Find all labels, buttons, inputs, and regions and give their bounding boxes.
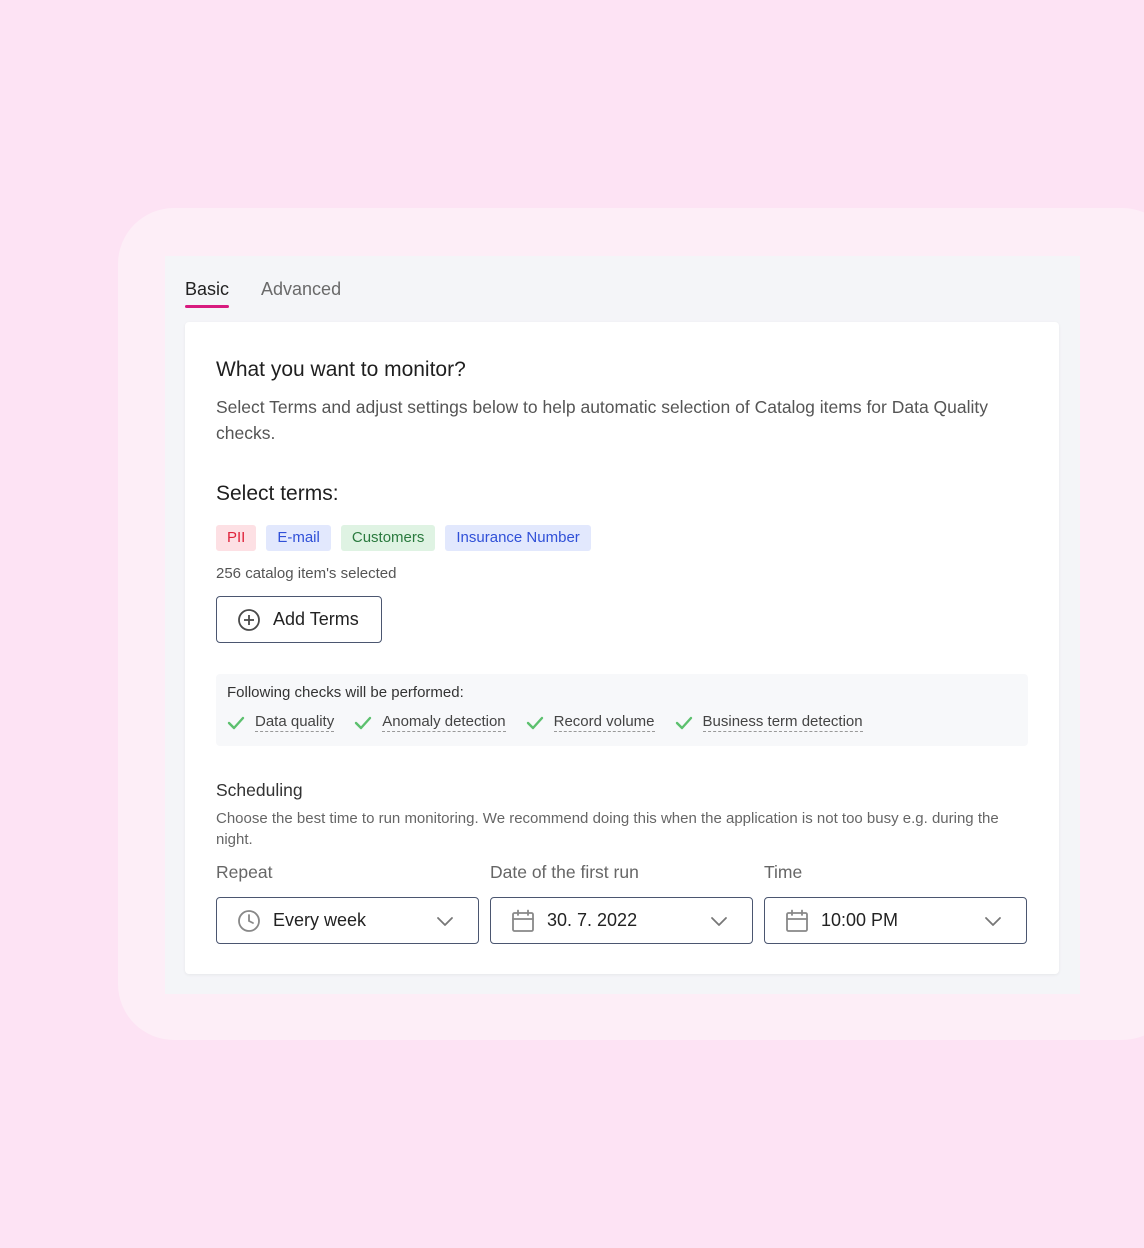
settings-panel: Basic Advanced What you want to monitor?… xyxy=(165,256,1080,994)
time-select[interactable]: 10:00 PM xyxy=(764,897,1027,944)
calendar-icon xyxy=(785,909,809,933)
check-item-anomaly-detection: Anomaly detection xyxy=(354,713,506,732)
tab-advanced[interactable]: Advanced xyxy=(261,273,341,306)
check-item-data-quality: Data quality xyxy=(227,713,335,732)
time-field: Time 10:00 PM xyxy=(764,862,1027,944)
tab-bar: Basic Advanced xyxy=(185,256,341,322)
first-run-date-value: 30. 7. 2022 xyxy=(547,910,638,930)
term-chip-pii[interactable]: PII xyxy=(216,525,257,551)
selected-count: 256 catalog item's selected xyxy=(216,565,397,582)
term-chips: PII E-mail Customers Insurance Number xyxy=(216,525,591,551)
check-item-label: Data quality xyxy=(255,713,335,732)
check-icon xyxy=(675,716,693,730)
monitor-title: What you want to monitor? xyxy=(216,358,466,381)
checks-title: Following checks will be performed: xyxy=(227,684,464,701)
first-run-date-label: Date of the first run xyxy=(490,862,639,882)
add-terms-button[interactable]: Add Terms xyxy=(216,596,382,643)
check-icon xyxy=(526,716,544,730)
term-chip-email[interactable]: E-mail xyxy=(266,525,331,551)
calendar-icon xyxy=(511,909,535,933)
check-item-label: Business term detection xyxy=(702,713,863,732)
chevron-down-icon xyxy=(984,915,1002,927)
tab-basic[interactable]: Basic xyxy=(185,273,230,308)
time-value: 10:00 PM xyxy=(821,910,899,930)
scheduling-fields: Repeat Every week Date of the first run … xyxy=(216,862,1027,944)
first-run-date-select[interactable]: 30. 7. 2022 xyxy=(490,897,753,944)
check-icon xyxy=(227,716,245,730)
check-icon xyxy=(354,716,372,730)
check-item-record-volume: Record volume xyxy=(526,713,655,732)
check-item-label: Anomaly detection xyxy=(382,713,506,732)
chevron-down-icon xyxy=(710,915,728,927)
monitor-description: Select Terms and adjust settings below t… xyxy=(216,397,989,443)
check-item-label: Record volume xyxy=(553,713,655,732)
add-terms-label: Add Terms xyxy=(273,609,359,629)
clock-icon xyxy=(237,909,261,933)
repeat-select[interactable]: Every week xyxy=(216,897,479,944)
repeat-label: Repeat xyxy=(216,862,273,882)
monitor-card: What you want to monitor? Select Terms a… xyxy=(185,322,1059,974)
time-label: Time xyxy=(764,862,803,882)
checks-box: Following checks will be performed: Data… xyxy=(216,674,1028,746)
term-chip-customers[interactable]: Customers xyxy=(340,525,436,551)
plus-circle-icon xyxy=(237,608,261,632)
check-item-business-term-detection: Business term detection xyxy=(675,713,863,732)
chevron-down-icon xyxy=(436,915,454,927)
first-run-date-field: Date of the first run 30. 7. 2022 xyxy=(490,862,753,944)
repeat-value: Every week xyxy=(273,910,367,930)
scheduling-description: Choose the best time to run monitoring. … xyxy=(216,810,999,848)
term-chip-insurance-number[interactable]: Insurance Number xyxy=(445,525,591,551)
check-list: Data quality Anomaly detection Record vo… xyxy=(227,713,1017,732)
scheduling-title: Scheduling xyxy=(216,780,303,800)
repeat-field: Repeat Every week xyxy=(216,862,479,944)
terms-title: Select terms: xyxy=(216,482,339,505)
